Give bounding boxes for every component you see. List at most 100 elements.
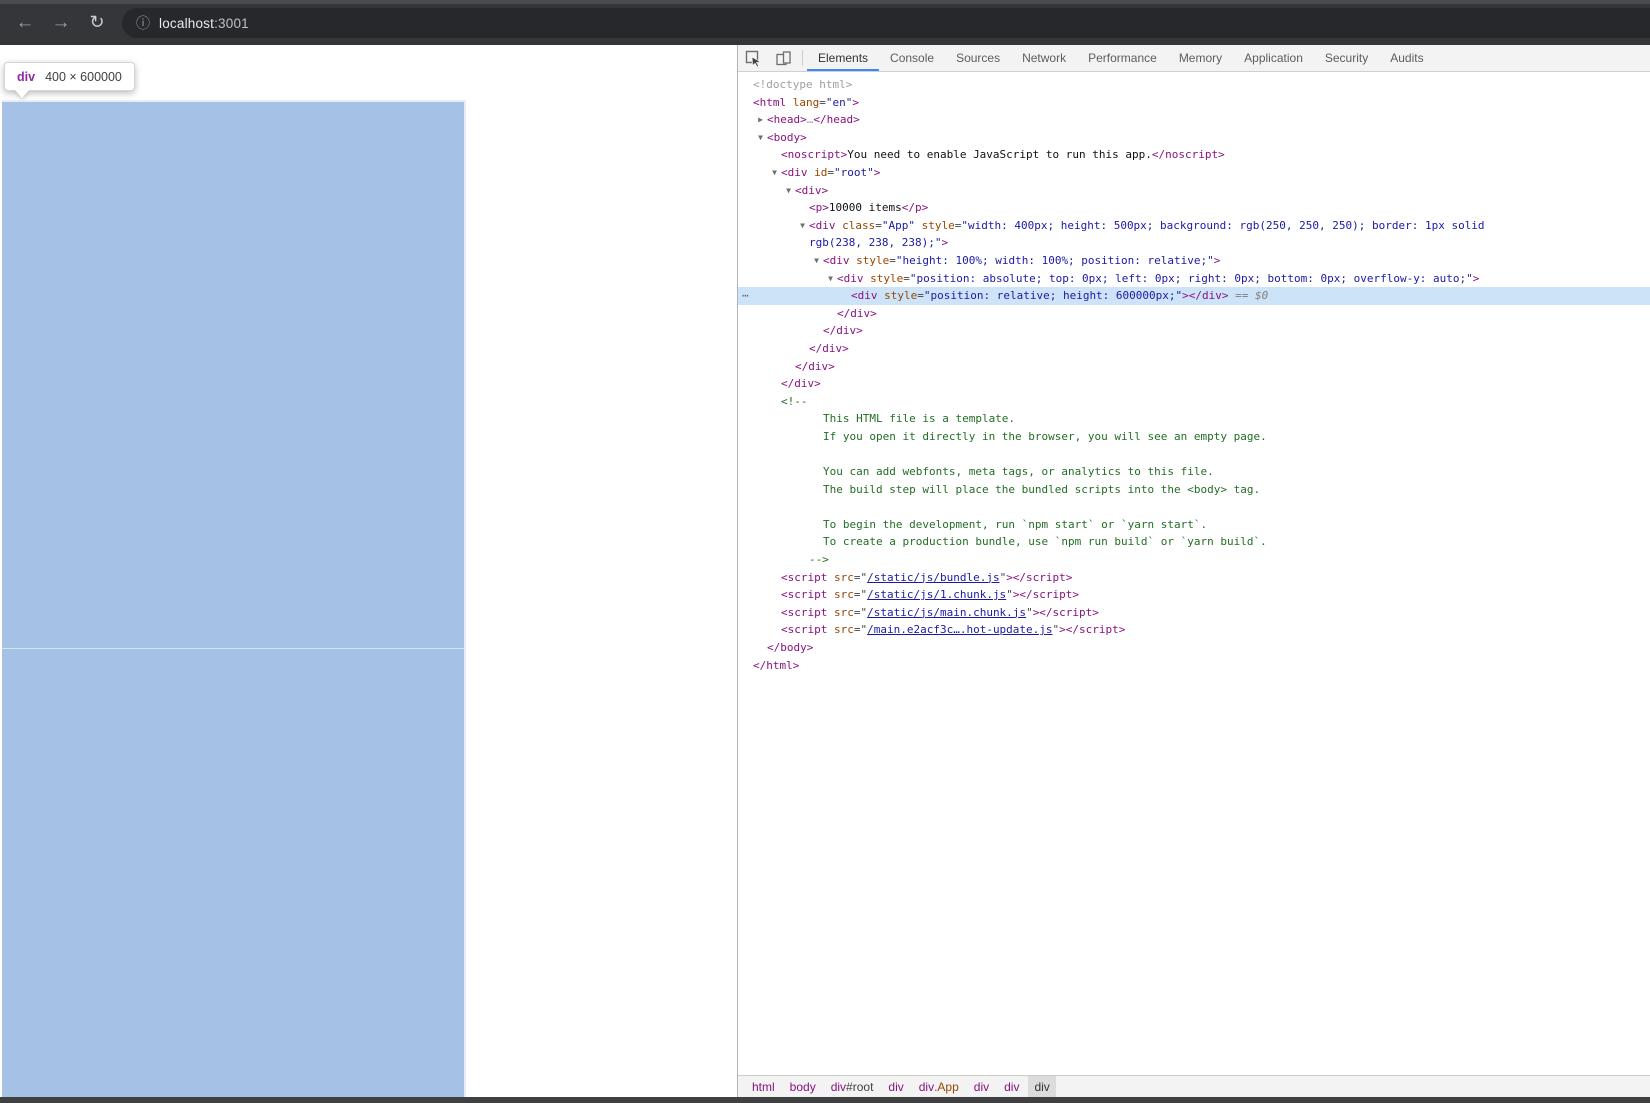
collapse-arrow-icon[interactable]: ▼: [825, 270, 836, 288]
tree-row[interactable]: ▼ <div class="App" style="width: 400px; h…: [738, 217, 1650, 235]
code-segment: </div>: [823, 324, 863, 338]
code-segment: lang: [786, 95, 820, 109]
tree-row[interactable]: The build step will place the bundled sc…: [738, 481, 1650, 499]
breadcrumb-segment: div: [1034, 1079, 1050, 1094]
tree-row[interactable]: ▼ <div id="root">: [738, 164, 1650, 182]
browser-chrome: ← → ↻ ⓘ localhost:3001: [0, 0, 1650, 45]
code-segment: This HTML file is a template.: [823, 412, 1016, 426]
tree-row[interactable]: ▼ <body>: [738, 129, 1650, 147]
tree-row[interactable]: ▶ <head>…</head>: [738, 111, 1650, 129]
tree-row[interactable]: <!doctype html>: [738, 76, 1650, 94]
tree-row[interactable]: </html>: [738, 657, 1650, 675]
tab-audits[interactable]: Audits: [1379, 45, 1434, 71]
tab-security[interactable]: Security: [1314, 45, 1379, 71]
code-segment: ></script>: [1032, 605, 1099, 619]
back-button[interactable]: ←: [10, 8, 40, 38]
tree-row[interactable]: </div>: [738, 375, 1650, 393]
tree-row[interactable]: rgb(238, 238, 238);">: [738, 234, 1650, 252]
code-segment: /static/js/bundle.js: [867, 570, 1000, 584]
tab-sources[interactable]: Sources: [945, 45, 1011, 71]
tree-row[interactable]: [738, 445, 1650, 463]
site-info-icon[interactable]: ⓘ: [136, 13, 150, 33]
code-segment: "position: absolute; top: 0px; left: 0px…: [909, 271, 1473, 285]
tab-application[interactable]: Application: [1233, 45, 1314, 71]
code-segment: id: [807, 165, 828, 179]
tree-row[interactable]: <noscript>You need to enable JavaScript …: [738, 146, 1650, 164]
tree-row[interactable]: This HTML file is a template.: [738, 410, 1650, 428]
code-segment: <div: [837, 271, 864, 285]
tab-elements[interactable]: Elements: [807, 45, 880, 71]
tree-row[interactable]: To create a production bundle, use `npm …: [738, 533, 1650, 551]
code-segment: </head>: [813, 113, 860, 127]
tree-row[interactable]: <html lang="en">: [738, 94, 1650, 112]
breadcrumb-item[interactable]: div: [998, 1076, 1025, 1097]
tree-row[interactable]: <script src="/main.e2acf3c….hot-update.j…: [738, 621, 1650, 639]
tree-row[interactable]: <script src="/static/js/1.chunk.js"></sc…: [738, 586, 1650, 604]
code-segment: <!--: [781, 394, 808, 408]
breadcrumb-item[interactable]: div: [882, 1076, 909, 1097]
tree-row[interactable]: </div>: [738, 305, 1650, 323]
code-segment: "App": [881, 218, 915, 232]
row-overflow-dots[interactable]: ⋯: [742, 287, 750, 305]
tree-row[interactable]: </div>: [738, 358, 1650, 376]
breadcrumb-segment: #root: [846, 1079, 874, 1094]
tree-row[interactable]: -->: [738, 551, 1650, 569]
code-segment: style: [849, 253, 890, 267]
code-segment: <div: [823, 253, 850, 267]
collapse-arrow-icon[interactable]: ▼: [783, 182, 794, 200]
tree-row[interactable]: To begin the development, run `npm start…: [738, 516, 1650, 534]
tree-row[interactable]: You can add webfonts, meta tags, or anal…: [738, 463, 1650, 481]
breadcrumb-item[interactable]: div #root: [825, 1076, 880, 1097]
tree-row[interactable]: If you open it directly in the browser, …: [738, 428, 1650, 446]
code-segment: You need to enable JavaScript to run thi…: [847, 148, 1152, 162]
collapse-arrow-icon[interactable]: ▼: [769, 164, 780, 182]
breadcrumb-item[interactable]: html: [746, 1076, 781, 1097]
forward-button[interactable]: →: [46, 8, 76, 38]
collapse-arrow-icon[interactable]: ▼: [755, 129, 766, 147]
inspect-element-button[interactable]: [738, 45, 768, 71]
tree-row[interactable]: </div>: [738, 322, 1650, 340]
tree-row[interactable]: ▼ <div style="position: absolute; top: 0p…: [738, 270, 1650, 288]
expand-arrow-icon[interactable]: ▶: [755, 111, 766, 129]
device-toolbar-button[interactable]: [768, 45, 798, 71]
tab-network[interactable]: Network: [1011, 45, 1077, 71]
code-segment: =: [827, 165, 834, 179]
tree-row[interactable]: </body>: [738, 639, 1650, 657]
tooltip-tag-name: div: [17, 69, 36, 84]
tab-console[interactable]: Console: [879, 45, 945, 71]
code-segment: =: [903, 271, 910, 285]
element-seam-line: [2, 648, 464, 649]
code-segment: "width: 400px; height: 500px; background…: [961, 218, 1485, 232]
breadcrumb-item[interactable]: div: [1028, 1076, 1056, 1097]
code-segment: <div>: [795, 183, 829, 197]
collapse-arrow-icon[interactable]: ▼: [811, 252, 822, 270]
inspect-highlight-overlay: [2, 100, 466, 1097]
code-segment: "en": [825, 95, 853, 109]
tree-row[interactable]: <script src="/static/js/bundle.js"></scr…: [738, 569, 1650, 587]
tree-row[interactable]: </div>: [738, 340, 1650, 358]
code-segment: </div>: [781, 377, 821, 391]
breadcrumb-item[interactable]: div .App: [913, 1076, 965, 1097]
code-segment: /static/js/main.chunk.js: [867, 605, 1027, 619]
tree-row[interactable]: <script src="/static/js/main.chunk.js"><…: [738, 604, 1650, 622]
code-segment: To begin the development, run `npm start…: [823, 517, 1208, 531]
code-segment: style: [915, 218, 955, 232]
tab-memory[interactable]: Memory: [1168, 45, 1233, 71]
tree-row[interactable]: <!--: [738, 393, 1650, 411]
breadcrumb-item[interactable]: div: [968, 1076, 995, 1097]
code-segment: >: [941, 236, 949, 250]
breadcrumb-segment: div: [830, 1079, 847, 1094]
breadcrumb-item[interactable]: body: [784, 1076, 822, 1097]
code-segment: <head>: [767, 113, 807, 127]
tree-row[interactable]: [738, 498, 1650, 516]
tab-performance[interactable]: Performance: [1077, 45, 1168, 71]
tree-row[interactable]: ▼ <div>: [738, 182, 1650, 200]
tree-row[interactable]: <p>10000 items</p>: [738, 199, 1650, 217]
tree-row-selected[interactable]: ⋯ <div style="position: relative; height:…: [738, 287, 1650, 305]
collapse-arrow-icon[interactable]: ▼: [797, 217, 808, 235]
url-bar[interactable]: ⓘ localhost:3001: [122, 8, 1650, 38]
code-segment: ": [1026, 605, 1033, 619]
tree-row[interactable]: ▼ <div style="height: 100%; width: 100%; …: [738, 252, 1650, 270]
refresh-button[interactable]: ↻: [82, 8, 112, 38]
url-host: localhost: [159, 15, 215, 31]
